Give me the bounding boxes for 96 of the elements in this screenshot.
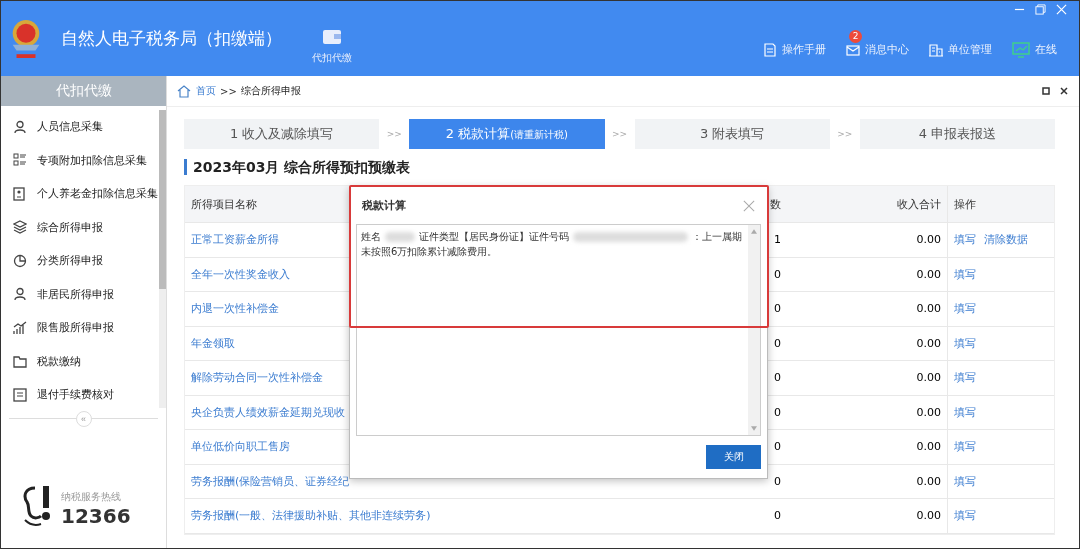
sidebar-item[interactable]: 专项附加扣除信息采集 — [1, 143, 159, 177]
action-link[interactable]: 填写 — [954, 370, 976, 386]
table-cell: 0.00 — [916, 267, 941, 281]
sidebar-item[interactable]: 分类所得申报 — [1, 244, 159, 278]
building-icon — [929, 42, 943, 57]
hotline-number: 12366 — [61, 504, 131, 528]
action-link[interactable]: 清除数据 — [984, 232, 1028, 248]
table-cell: 0 — [774, 474, 781, 488]
table-cell: 0.00 — [916, 233, 941, 247]
message-text: 姓名 证件类型【居民身份证】证件号码 ：上一属期未按照6万扣除累计减除费用。 — [360, 230, 743, 259]
action-link[interactable]: 填写 — [954, 266, 976, 282]
action-link[interactable]: 填写 — [954, 404, 976, 420]
table-cell: 0.00 — [916, 440, 941, 454]
income-item-link[interactable]: 解除劳动合同一次性补偿金 — [191, 371, 323, 385]
person-icon — [13, 119, 27, 134]
toolbar-button[interactable]: 在线 — [1012, 41, 1057, 58]
income-item-link[interactable]: 劳务报酬(保险营销员、证券经纪 — [191, 474, 350, 488]
step-separator: >> — [385, 129, 403, 139]
income-item-link[interactable]: 年金领取 — [191, 336, 235, 350]
table-cell: 0.00 — [916, 509, 941, 523]
table-cell: 0.00 — [916, 302, 941, 316]
income-item-link[interactable]: 单位低价向职工售房 — [191, 440, 290, 454]
step-tab[interactable]: 3 附表填写 — [634, 119, 830, 149]
action-link[interactable]: 填写 — [954, 508, 976, 524]
toolbar-button[interactable]: 操作手册 — [763, 41, 826, 58]
action-link[interactable]: 填写 — [954, 301, 976, 317]
table-cell: 0 — [774, 371, 781, 385]
step-tab[interactable]: 1 收入及减除填写 — [184, 119, 380, 149]
card-icon — [13, 186, 27, 201]
income-item-link[interactable]: 全年一次性奖金收入 — [191, 267, 290, 281]
table-cell: 0 — [774, 440, 781, 454]
table-cell: 0 — [774, 509, 781, 523]
sidebar-header: 代扣代缴 — [1, 76, 166, 106]
breadcrumb-link[interactable]: 首页 — [196, 84, 216, 98]
sidebar-item[interactable]: 税款缴纳 — [1, 344, 159, 378]
sidebar-item[interactable]: 人员信息采集 — [1, 110, 159, 144]
column-header: 数 — [770, 197, 781, 211]
table-cell: 0.00 — [916, 371, 941, 385]
sidebar-item[interactable]: 综合所得申报 — [1, 210, 159, 244]
scroll-down-icon[interactable] — [751, 426, 757, 431]
income-item-link[interactable]: 内退一次性补偿金 — [191, 302, 279, 316]
receipt-icon — [13, 387, 27, 402]
mail-icon — [846, 42, 860, 57]
table-cell: 1 — [774, 233, 781, 247]
action-link[interactable]: 填写 — [954, 335, 976, 351]
breadcrumb-current: 综合所得申报 — [240, 84, 301, 98]
action-link[interactable]: 填写 — [954, 439, 976, 455]
pie-icon — [13, 253, 27, 268]
layers-icon — [13, 220, 27, 235]
scrollbar[interactable] — [748, 225, 760, 435]
restore-icon[interactable] — [1035, 4, 1046, 15]
toolbar-button[interactable]: 单位管理 — [929, 41, 992, 58]
list-icon — [13, 153, 27, 168]
app-title: 自然人电子税务局（扣缴端） — [61, 27, 282, 50]
step-tab[interactable]: 4 申报表报送 — [859, 119, 1055, 149]
action-link[interactable]: 填写 — [954, 473, 976, 489]
column-header: 操作 — [954, 196, 976, 212]
table-cell: 0 — [774, 302, 781, 316]
notification-badge: 2 — [849, 29, 862, 43]
chart-icon — [13, 320, 27, 335]
close-icon[interactable] — [1059, 86, 1069, 96]
collapse-button[interactable]: « — [75, 411, 92, 427]
home-icon[interactable] — [177, 84, 191, 98]
person-icon — [13, 287, 27, 302]
toolbar-button[interactable]: 消息中心 — [846, 41, 909, 58]
sidebar-item[interactable]: 个人养老金扣除信息采集 — [1, 177, 159, 211]
dialog-title: 税款计算 — [362, 198, 406, 213]
sidebar-item[interactable]: 限售股所得申报 — [1, 311, 159, 345]
table-cell: 0.00 — [916, 474, 941, 488]
table-cell: 0 — [774, 267, 781, 281]
document-icon — [763, 42, 777, 57]
folder-icon — [13, 354, 27, 369]
table-cell: 0.00 — [916, 405, 941, 419]
table-cell: 0 — [774, 336, 781, 350]
nav-item[interactable]: 代扣代缴 — [312, 26, 352, 65]
breadcrumb-separator: >> — [220, 85, 237, 97]
income-item-link[interactable]: 正常工资薪金所得 — [191, 233, 279, 247]
step-separator: >> — [610, 129, 629, 139]
scroll-up-icon[interactable] — [751, 229, 757, 234]
action-link[interactable]: 填写 — [954, 232, 976, 248]
sidebar-item[interactable]: 退付手续费核对 — [1, 378, 159, 412]
close-button[interactable]: 关闭 — [706, 445, 761, 469]
table-cell: 0 — [774, 405, 781, 419]
step-tab[interactable]: 2 税款计算(请重新计税) — [409, 119, 605, 149]
column-header: 所得项目名称 — [191, 197, 257, 211]
income-item-link[interactable]: 劳务报酬(一般、法律援助补贴、其他非连续劳务) — [191, 509, 431, 523]
hotline-label: 纳税服务热线 — [61, 490, 122, 504]
monitor-icon — [1012, 41, 1030, 58]
sidebar-item[interactable]: 非居民所得申报 — [1, 277, 159, 311]
table-cell: 0.00 — [916, 336, 941, 350]
maximize-icon[interactable] — [1041, 86, 1051, 96]
section-heading: 2023年03月 综合所得预扣预缴表 — [184, 159, 1055, 175]
scrollbar[interactable] — [159, 110, 166, 408]
column-header: 收入合计 — [897, 197, 941, 211]
income-item-link[interactable]: 央企负责人绩效薪金延期兑现收 — [191, 405, 345, 419]
step-separator: >> — [836, 129, 854, 139]
